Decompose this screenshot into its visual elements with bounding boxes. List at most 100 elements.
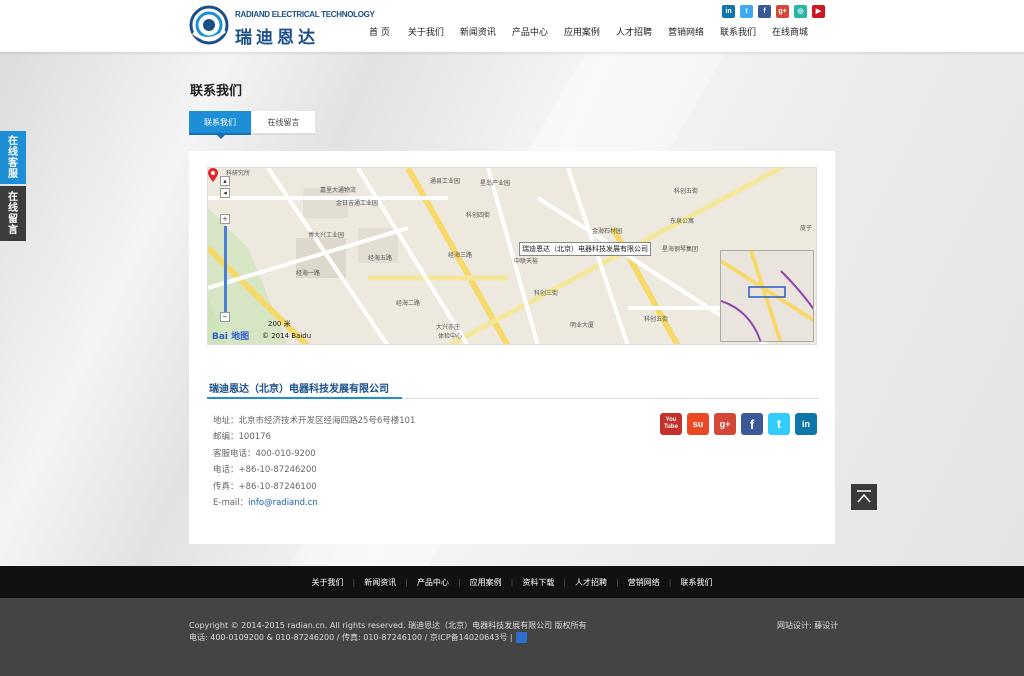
content-tabs: 联系我们 在线留言 <box>189 111 315 139</box>
linkedin-icon[interactable]: in <box>795 413 817 435</box>
contact-info: 地址：北京市经济技术开发区经海四路25号6号楼101 邮编：100176 客服电… <box>213 413 415 511</box>
logo-english-text: RADIAND ELECTRICAL TECHNOLOGY <box>235 10 375 19</box>
map-label: 明业大厦 <box>570 322 595 329</box>
footer-link-contact[interactable]: 联系我们 <box>671 577 721 588</box>
facebook-icon[interactable]: f <box>758 5 771 18</box>
nav-item-careers[interactable]: 人才招聘 <box>608 25 660 39</box>
social-share-icons: You Tube su g+ f t in <box>660 413 817 435</box>
footer-link-news[interactable]: 新闻资讯 <box>355 577 405 588</box>
map-pan-center-icon[interactable]: ◂ <box>220 188 230 198</box>
nav-item-products[interactable]: 产品中心 <box>504 25 556 39</box>
map-overview[interactable] <box>720 250 814 342</box>
map-label: 星岛产业园 <box>480 180 511 187</box>
baidu-map[interactable]: 科研究所 嘉里大通物流 金日吉通工业园 博大兴工业园 经海一路 通县工业园 星岛… <box>207 167 817 345</box>
map-copyright: © 2014 Baidu <box>262 332 312 340</box>
side-tab-char: 客 <box>8 157 18 169</box>
nav-item-network[interactable]: 营销网络 <box>660 25 712 39</box>
side-tab-char: 线 <box>8 202 18 214</box>
footer-link-about[interactable]: 关于我们 <box>303 577 353 588</box>
map-label: 科创五街 <box>674 188 699 195</box>
baidu-logo: Bai 地图 <box>212 332 250 342</box>
footer-nav: 关于我们 | 新闻资讯 | 产品中心 | 应用案例 | 资料下载 | 人才招聘 | 营销网络… <box>0 566 1024 598</box>
nav-item-shop[interactable]: 在线商城 <box>764 25 816 39</box>
map-label: 科创五街 <box>644 316 669 323</box>
footer-design-credit[interactable]: 网站设计: 藤设计 <box>777 620 838 631</box>
map-zoom-out-button[interactable]: − <box>220 312 230 322</box>
map-label: 东泉公寓 <box>670 218 695 225</box>
map-pan-up-icon[interactable]: ▴ <box>220 176 230 186</box>
map-label: 科创四街 <box>466 212 491 219</box>
footer-link-products[interactable]: 产品中心 <box>408 577 458 588</box>
baidu-paw-icon[interactable] <box>515 632 527 643</box>
divider-accent <box>207 397 402 399</box>
map-label: 金海石材园 <box>592 228 623 235</box>
company-name: 瑞迪恩达（北京）电器科技发展有限公司 <box>209 384 389 395</box>
arrow-up-icon <box>857 490 871 503</box>
header-social-icons: in t f g+ ◎ ▶ <box>722 5 825 19</box>
tab-contact-us[interactable]: 联系我们 <box>189 111 251 139</box>
map-label: 经海三路 <box>448 252 473 259</box>
stumbleupon-icon[interactable]: su <box>687 413 709 435</box>
side-tab-char: 线 <box>8 146 18 158</box>
footer-link-careers[interactable]: 人才招聘 <box>566 577 616 588</box>
map-zoom-control: ▴ ◂ + − <box>220 176 236 326</box>
map-location-label[interactable]: 瑞迪恩达（北京）电器科技发展有限公司 <box>519 242 651 256</box>
facebook-icon[interactable]: f <box>741 413 763 435</box>
nav-item-contact[interactable]: 联系我们 <box>712 25 764 39</box>
map-label: 博大兴工业园 <box>308 232 345 239</box>
map-label: 体检中心 <box>438 333 463 340</box>
map-label: 金日吉通工业园 <box>336 200 379 207</box>
map-pin-icon[interactable] <box>208 168 218 182</box>
youtube-icon[interactable]: You Tube <box>660 413 682 435</box>
back-to-top-button[interactable] <box>851 484 877 510</box>
map-label: 经海二路 <box>396 300 421 307</box>
map-label: 中联天裕 <box>514 258 539 265</box>
map-label: 通县工业园 <box>430 178 461 185</box>
map-scale: 200 米 <box>268 320 291 328</box>
nav-item-news[interactable]: 新闻资讯 <box>452 25 504 39</box>
page-title: 联系我们 <box>190 84 243 99</box>
map-zoom-in-button[interactable]: + <box>220 214 230 224</box>
side-tab-char: 在 <box>8 191 18 203</box>
logo-mark-icon <box>189 5 229 45</box>
nav-item-cases[interactable]: 应用案例 <box>556 25 608 39</box>
map-label: 经海一路 <box>296 270 321 277</box>
service-phone: 客服电话：400-010-9200 <box>213 448 316 459</box>
postcode: 邮编：100176 <box>213 432 271 443</box>
online-message-tab[interactable]: 在 线 留 言 <box>0 186 26 241</box>
email-link[interactable]: info@radiand.cn <box>248 498 318 508</box>
logo[interactable]: RADIAND ELECTRICAL TECHNOLOGY 瑞迪恩达 <box>189 5 375 48</box>
site-footer: Copyright © 2014-2015 radian.cn. All rig… <box>0 598 1024 676</box>
side-tab-char: 在 <box>8 135 18 147</box>
map-label: 皮子 <box>800 225 813 232</box>
map-label: 经海五路 <box>368 255 393 262</box>
twitter-icon[interactable]: t <box>768 413 790 435</box>
tab-online-message[interactable]: 在线留言 <box>252 111 315 135</box>
map-label: 大兴亦庄 <box>436 324 461 331</box>
fax: 传真：+86-10-87246100 <box>213 481 317 492</box>
side-tab-char: 留 <box>8 213 18 225</box>
site-header: RADIAND ELECTRICAL TECHNOLOGY 瑞迪恩达 in t … <box>0 0 1024 52</box>
footer-link-network[interactable]: 营销网络 <box>619 577 669 588</box>
footer-link-cases[interactable]: 应用案例 <box>461 577 511 588</box>
online-service-tab[interactable]: 在 线 客 服 <box>0 131 26 184</box>
side-tab-char: 言 <box>8 224 18 236</box>
phone: 电话：+86-10-87246200 <box>213 465 317 476</box>
footer-contact-line: 电话: 400-0109200 & 010-87246200 / 传真: 010… <box>189 632 527 643</box>
google-plus-icon[interactable]: g+ <box>776 5 789 18</box>
map-label: 科创三街 <box>534 290 559 297</box>
footer-contact: 电话: 400-0109200 & 010-87246200 / 传真: 010… <box>189 633 513 642</box>
map-zoom-slider[interactable] <box>224 226 227 312</box>
youtube-icon[interactable]: ▶ <box>812 5 825 18</box>
linkedin-icon[interactable]: in <box>722 5 735 18</box>
address: 地址：北京市经济技术开发区经海四路25号6号楼101 <box>213 416 416 426</box>
email-row: E-mail：info@radiand.cn <box>213 495 415 511</box>
footer-link-downloads[interactable]: 资料下载 <box>513 577 563 588</box>
twitter-icon[interactable]: t <box>740 5 753 18</box>
nav-item-home[interactable]: 首 页 <box>359 25 400 39</box>
google-plus-icon[interactable]: g+ <box>714 413 736 435</box>
map-overview-roads <box>721 251 813 341</box>
footer-copyright: Copyright © 2014-2015 radian.cn. All rig… <box>189 621 587 630</box>
nav-item-about[interactable]: 关于我们 <box>400 25 452 39</box>
wechat-icon[interactable]: ◎ <box>794 5 807 18</box>
